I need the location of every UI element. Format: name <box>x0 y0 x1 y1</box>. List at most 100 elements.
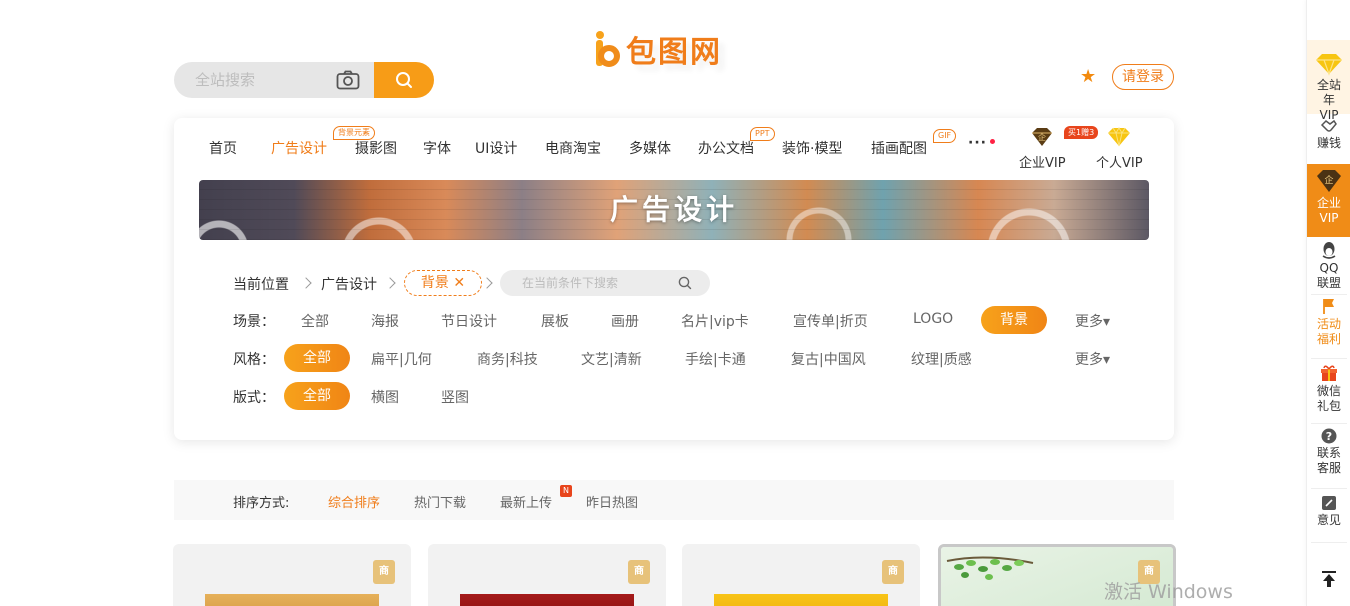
svg-text:企: 企 <box>1038 132 1046 142</box>
qq-penguin-icon <box>1322 242 1336 259</box>
layout-option-all[interactable]: 全部 <box>284 382 350 410</box>
banner-title: 广告设计 <box>609 193 738 226</box>
style-option-flat[interactable]: 扁平|几何 <box>371 349 432 369</box>
global-search <box>174 62 434 98</box>
close-icon[interactable]: ✕ <box>453 275 465 291</box>
enterprise-diamond-icon: 企 <box>1032 128 1053 146</box>
svg-text:企: 企 <box>1324 174 1333 186</box>
search-icon <box>396 72 412 88</box>
sort-label: 排序方式: <box>233 496 290 511</box>
handshake-icon <box>1320 119 1337 132</box>
sidebar-item-activity[interactable]: 活动福利 <box>1307 297 1350 353</box>
filter-style-label: 风格： <box>233 352 275 368</box>
enterprise-vip-label: 企业VIP <box>1019 156 1066 171</box>
layout-option-horizontal[interactable]: 横图 <box>371 387 399 407</box>
scoped-search-input[interactable] <box>500 270 670 296</box>
result-card[interactable]: 商 <box>428 544 666 606</box>
result-thumbnail <box>460 594 634 606</box>
favorite-star-icon[interactable]: ★ <box>1080 68 1098 86</box>
layout-option-vertical[interactable]: 竖图 <box>441 387 469 407</box>
sidebar-item-contact-support[interactable]: ? 联系客服 <box>1307 428 1350 486</box>
scene-more-button[interactable]: 更多▾ <box>1075 311 1110 331</box>
personal-vip-label: 个人VIP <box>1096 156 1143 171</box>
sidebar-item-enterprise-vip[interactable]: 企 企业VIP <box>1307 164 1350 237</box>
nav-item-ecommerce[interactable]: 电商淘宝 <box>545 138 601 158</box>
scene-option-festival[interactable]: 节日设计 <box>441 311 497 331</box>
breadcrumb-ad-design[interactable]: 广告设计 <box>321 274 377 294</box>
style-option-retro[interactable]: 复古|中国风 <box>791 349 866 369</box>
scene-option-brochure[interactable]: 画册 <box>611 311 639 331</box>
breadcrumb-current-label: 当前位置 <box>233 277 289 293</box>
gift-icon <box>1321 365 1337 381</box>
nav-more-dot <box>990 139 995 144</box>
enterprise-vip-link[interactable]: 企 企业VIP <box>1019 126 1066 171</box>
new-badge: N <box>560 485 572 497</box>
search-icon[interactable] <box>678 276 692 290</box>
style-option-business[interactable]: 商务|科技 <box>477 349 538 369</box>
style-option-texture[interactable]: 纹理|质感 <box>911 349 972 369</box>
logo[interactable]: 包图网 <box>594 28 744 70</box>
nav-item-ui-design[interactable]: UI设计 <box>475 138 517 158</box>
nav-item-office-docs[interactable]: 办公文档 <box>698 138 754 158</box>
edit-icon <box>1322 496 1336 510</box>
logo-icon <box>594 31 622 67</box>
nav-item-decor-model[interactable]: 装饰·模型 <box>782 138 842 158</box>
style-more-button[interactable]: 更多▾ <box>1075 349 1110 369</box>
personal-vip-link[interactable]: 个人VIP <box>1096 126 1143 171</box>
style-option-all[interactable]: 全部 <box>284 344 350 372</box>
nav-more-icon[interactable]: ··· <box>968 135 987 151</box>
scene-option-all[interactable]: 全部 <box>301 311 329 331</box>
sidebar-item-wechat-gift[interactable]: 微信礼包 <box>1307 364 1350 420</box>
result-card[interactable]: 商 <box>173 544 411 606</box>
nav-item-font[interactable]: 字体 <box>423 138 451 158</box>
sidebar-item-qq-alliance[interactable]: QQ联盟 <box>1307 241 1350 291</box>
result-card[interactable]: 商 <box>682 544 920 606</box>
nav-item-illustration[interactable]: 插画配图 <box>871 138 927 158</box>
diamond-icon <box>1316 54 1342 76</box>
scene-option-logo[interactable]: LOGO <box>913 311 953 327</box>
scene-option-display-board[interactable]: 展板 <box>541 311 569 331</box>
sort-bar: 排序方式: 综合排序 热门下载 最新上传 N 昨日热图 <box>174 480 1174 520</box>
right-sidebar: 全站年VIP 赚钱 企 企业VIP QQ联盟 活动福利 微信礼包 ? 联系客服 … <box>1306 0 1350 606</box>
sidebar-item-feedback[interactable]: 意见 <box>1307 495 1350 535</box>
back-to-top-button[interactable] <box>1307 570 1350 594</box>
enterprise-promo-badge: 买1赠3 <box>1064 126 1099 139</box>
scene-option-background[interactable]: 背景 <box>981 306 1047 334</box>
sidebar-label-wechat-gift: 微信礼包 <box>1316 384 1341 413</box>
sidebar-label-enterprise-vip: 企业VIP <box>1316 196 1341 225</box>
search-input[interactable] <box>174 62 324 98</box>
commercial-badge-icon: 商 <box>882 560 904 584</box>
nav-item-home[interactable]: 首页 <box>209 138 237 158</box>
style-option-literary[interactable]: 文艺|清新 <box>581 349 642 369</box>
help-icon: ? <box>1321 428 1337 444</box>
filter-layout-label: 版式： <box>233 390 275 406</box>
sidebar-item-earn[interactable]: 赚钱 <box>1307 118 1350 158</box>
sort-option-latest[interactable]: 最新上传 <box>500 492 552 511</box>
style-option-handdrawn[interactable]: 手绘|卡通 <box>685 349 746 369</box>
sidebar-label-feedback: 意见 <box>1316 513 1341 527</box>
nav-item-multimedia[interactable]: 多媒体 <box>629 138 671 158</box>
scene-option-poster[interactable]: 海报 <box>371 311 399 331</box>
nav-badge-gif: GIF <box>933 129 957 143</box>
login-button[interactable]: 请登录 <box>1112 64 1174 90</box>
result-thumbnail <box>714 594 888 606</box>
svg-text:?: ? <box>1326 430 1332 443</box>
search-button[interactable] <box>374 62 434 98</box>
sort-option-popular[interactable]: 热门下载 <box>414 492 466 511</box>
personal-diamond-icon <box>1108 127 1131 147</box>
sidebar-label-activity: 活动福利 <box>1316 317 1341 346</box>
camera-icon[interactable] <box>336 70 360 90</box>
commercial-badge-icon: 商 <box>628 560 650 584</box>
sort-option-comprehensive[interactable]: 综合排序 <box>328 492 380 511</box>
sidebar-item-annual-vip[interactable]: 全站年VIP <box>1307 40 1350 122</box>
sort-option-yesterday-hot[interactable]: 昨日热图 <box>586 492 638 511</box>
nav-badge-ppt: PPT <box>750 127 775 141</box>
nav-item-ad-design[interactable]: 广告设计 <box>271 138 327 158</box>
nav-item-photo[interactable]: 摄影图 <box>355 138 397 158</box>
scene-option-flyer[interactable]: 宣传单|折页 <box>793 311 868 331</box>
breadcrumb-filter-tag[interactable]: 背景 ✕ <box>404 270 482 296</box>
sidebar-label-earn: 赚钱 <box>1316 136 1341 150</box>
scene-option-business-card[interactable]: 名片|vip卡 <box>681 311 749 331</box>
flag-icon <box>1323 299 1334 314</box>
filter-tag-label: 背景 <box>420 275 449 291</box>
